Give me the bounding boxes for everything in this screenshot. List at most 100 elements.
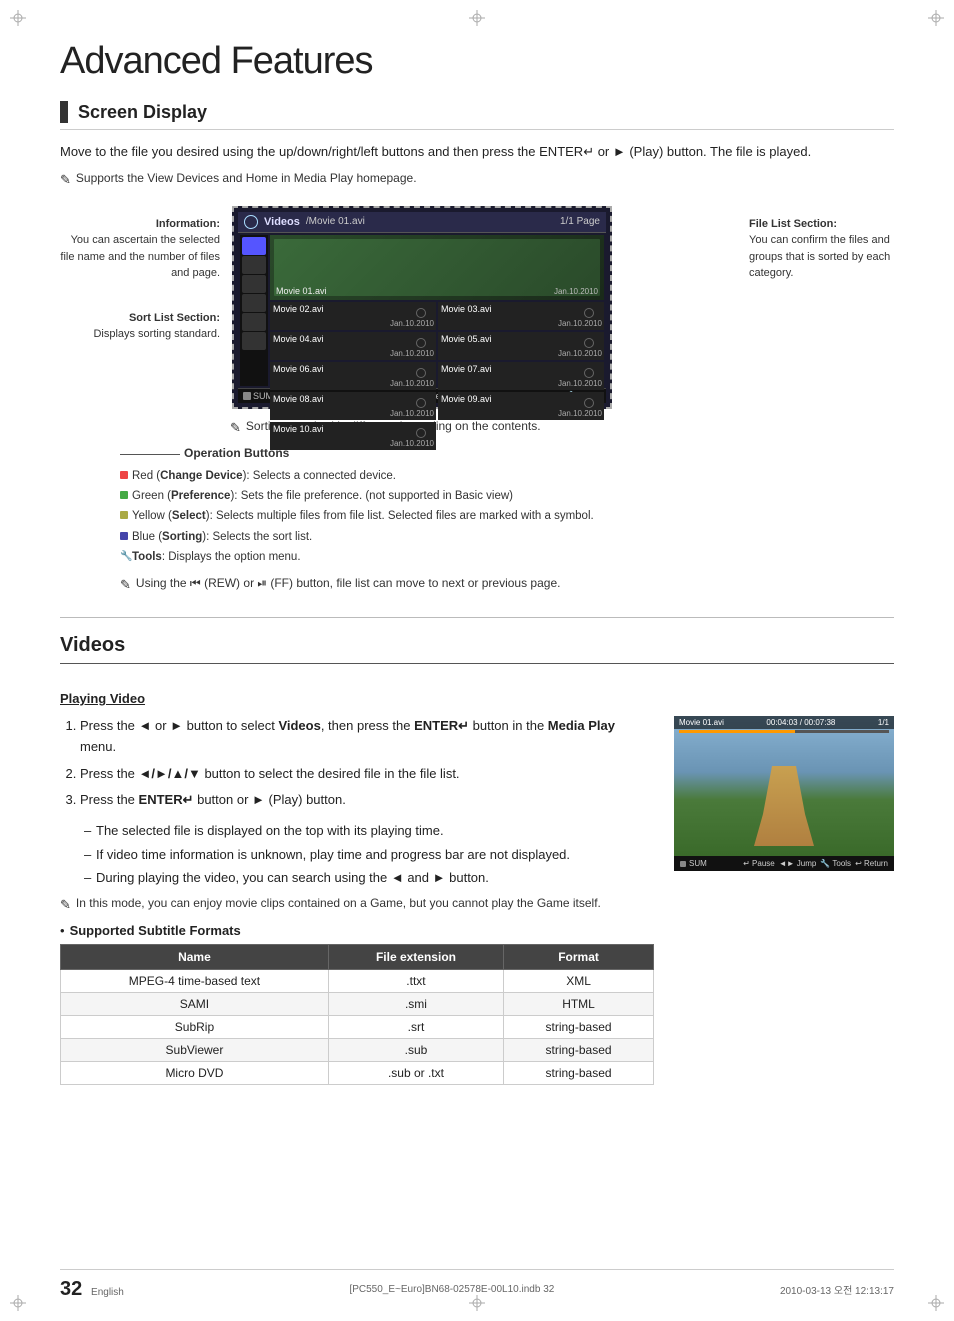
table-body: MPEG-4 time-based text .ttxt XML SAMI .s… — [61, 969, 654, 1084]
tv-file-label: /Movie 01.avi — [306, 216, 365, 227]
row3-name: SubRip — [61, 1015, 329, 1038]
tv-main: Movie 01.avi Jan.10.2010 Movie 02.avi Ja… — [270, 235, 604, 386]
table-header-row: Name File extension Format — [61, 944, 654, 969]
op-tools: 🔧 Tools: Displays the option menu. — [120, 549, 894, 566]
vp-sum-icon — [680, 861, 686, 867]
row1-ext: .ttxt — [328, 969, 503, 992]
row1-name: MPEG-4 time-based text — [61, 969, 329, 992]
left-label-info: Information: You can ascertain the selec… — [60, 216, 220, 282]
yellow-dot-icon — [120, 511, 128, 519]
videos-section-header: Videos — [60, 634, 894, 664]
row4-ext: .sub — [328, 1038, 503, 1061]
vp-file-name: Movie 01.avi — [679, 718, 724, 727]
tv-cell-movie05: Movie 05.avi Jan.10.2010 — [438, 332, 604, 360]
screen-display-body: Move to the file you desired using the u… — [60, 142, 894, 163]
pencil-icon-4: ✎ — [60, 897, 71, 913]
globe-icon — [244, 215, 258, 229]
row4-name: SubViewer — [61, 1038, 329, 1061]
vp-page: 1/1 — [878, 718, 889, 727]
table-row: SubRip .srt string-based — [61, 1015, 654, 1038]
table-row: MPEG-4 time-based text .ttxt XML — [61, 969, 654, 992]
vp-progress-bar — [679, 730, 889, 733]
tv-btn-sum: SUM — [243, 391, 273, 401]
tv-header: Videos /Movie 01.avi 1/1 Page — [238, 212, 606, 233]
footer-date: 2010-03-13 오전 12:13:17 — [780, 1282, 894, 1297]
op-red: Red (Change Device): Selects a connected… — [120, 468, 894, 485]
red-dot-icon — [120, 471, 128, 479]
vp-footer-left: SUM — [680, 859, 707, 868]
tv-sidebar-item-1 — [242, 237, 266, 255]
tv-sidebar — [240, 235, 268, 386]
vp-progress-fill — [679, 730, 795, 733]
bullet-1: The selected file is displayed on the to… — [84, 821, 654, 841]
corner-mark-tr — [926, 8, 946, 28]
vp-giraffe-image — [674, 716, 894, 856]
vp-pause: ↵ Pause — [743, 859, 775, 868]
tv-sidebar-item-4 — [242, 294, 266, 312]
page-title: Advanced Features — [60, 40, 894, 83]
vp-return: ↩ Return — [855, 859, 888, 868]
tv-page-label: 1/1 Page — [560, 216, 600, 227]
op-yellow: Yellow (Select): Selects multiple files … — [120, 508, 894, 525]
diagram-left-labels: Information: You can ascertain the selec… — [60, 206, 220, 409]
tv-cell-movie08: Movie 08.avi Jan.10.2010 — [270, 392, 436, 420]
col-format: Format — [504, 944, 654, 969]
page-footer: 32 English [PC550_E~Euro]BN68-02578E-00L… — [60, 1269, 894, 1301]
row5-name: Micro DVD — [61, 1061, 329, 1084]
row2-format: HTML — [504, 992, 654, 1015]
tv-cell-movie04: Movie 04.avi Jan.10.2010 — [270, 332, 436, 360]
videos-left-col: Press the ◄ or ► button to select Videos… — [60, 716, 654, 1101]
right-label-file-list: File List Section: You can confirm the f… — [749, 216, 894, 282]
tv-cell-movie03: Movie 03.avi Jan.10.2010 — [438, 302, 604, 330]
row2-ext: .smi — [328, 992, 503, 1015]
playing-video-title: Playing Video — [60, 691, 894, 706]
corner-mark-bl — [8, 1293, 28, 1313]
tv-tab-label: Videos — [264, 216, 300, 228]
pencil-icon-1: ✎ — [60, 172, 71, 188]
bullet-supported: • Supported Subtitle Formats — [60, 923, 654, 938]
diagram-center: Videos /Movie 01.avi 1/1 Page — [232, 206, 737, 409]
step-1: Press the ◄ or ► button to select Videos… — [80, 716, 654, 758]
row3-ext: .srt — [328, 1015, 503, 1038]
tv-header-left: Videos /Movie 01.avi — [244, 215, 365, 229]
videos-title: Videos — [60, 634, 125, 657]
tv-grid: Movie 02.avi Jan.10.2010 Movie 03.avi Ja… — [270, 302, 604, 450]
center-top-mark — [467, 8, 487, 28]
left-label-sort: Sort List Section: Displays sorting stan… — [60, 310, 220, 343]
tv-sidebar-item-3 — [242, 275, 266, 293]
screen-display-title: Screen Display — [78, 102, 207, 123]
col-name: Name — [61, 944, 329, 969]
vp-screen: Movie 01.avi 00:04:03 / 00:07:38 1/1 — [674, 716, 894, 856]
footer-file: [PC550_E~Euro]BN68-02578E-00L10.indb 32 — [349, 1284, 554, 1295]
tv-featured-cell: Movie 01.avi Jan.10.2010 — [270, 235, 604, 300]
subtitle-formats-section: • Supported Subtitle Formats Name File e… — [60, 923, 654, 1085]
corner-mark-tl — [8, 8, 28, 28]
tv-sidebar-item-5 — [242, 313, 266, 331]
vp-jump: ◄► Jump — [779, 859, 817, 868]
row2-name: SAMI — [61, 992, 329, 1015]
page-english: English — [91, 1287, 124, 1298]
table-row: Micro DVD .sub or .txt string-based — [61, 1061, 654, 1084]
tv-sidebar-item-2 — [242, 256, 266, 274]
bullet-3: During playing the video, you can search… — [84, 868, 654, 888]
corner-mark-br — [926, 1293, 946, 1313]
vp-time: 00:04:03 / 00:07:38 — [766, 718, 835, 727]
table-row: SubViewer .sub string-based — [61, 1038, 654, 1061]
tv-cell-movie02: Movie 02.avi Jan.10.2010 — [270, 302, 436, 330]
screen-display-header: Screen Display — [60, 101, 894, 130]
vp-footer-right: ↵ Pause ◄► Jump 🔧 Tools ↩ Return — [743, 859, 888, 868]
rew-ff-note: ✎ Using the ⏮ (REW) or ⏯ (FF) button, fi… — [120, 576, 894, 593]
col-ext: File extension — [328, 944, 503, 969]
row5-format: string-based — [504, 1061, 654, 1084]
section-bar — [60, 101, 68, 123]
bullets-list: The selected file is displayed on the to… — [84, 821, 654, 888]
diagram-right-labels: File List Section: You can confirm the f… — [749, 206, 894, 409]
op-blue: Blue (Sorting): Selects the sort list. — [120, 529, 894, 546]
game-note: ✎ In this mode, you can enjoy movie clip… — [60, 896, 654, 913]
section-divider — [60, 617, 894, 618]
step-2: Press the ◄/►/▲/▼ button to select the d… — [80, 764, 654, 785]
tv-cell-movie06: Movie 06.avi Jan.10.2010 — [270, 362, 436, 390]
row4-format: string-based — [504, 1038, 654, 1061]
vp-tools: 🔧 Tools — [820, 859, 851, 868]
video-player-mockup: Movie 01.avi 00:04:03 / 00:07:38 1/1 SUM… — [674, 716, 894, 1101]
